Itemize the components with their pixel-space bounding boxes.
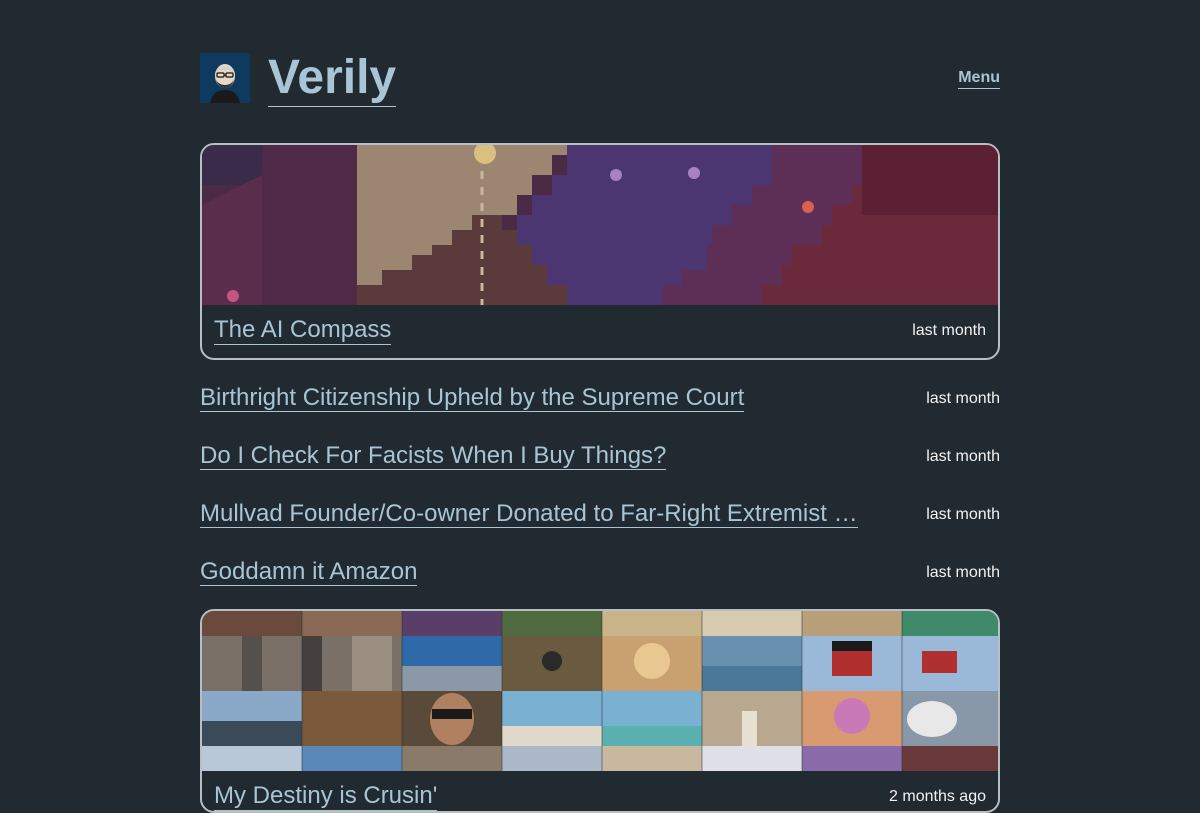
post-date: last month bbox=[926, 506, 1000, 523]
post-title-link[interactable]: Mullvad Founder/Co-owner Donated to Far-… bbox=[200, 500, 900, 528]
site-title[interactable]: Verily bbox=[268, 50, 397, 107]
card-footer: The AI Compass last month bbox=[202, 305, 998, 358]
avatar-portrait-icon bbox=[200, 53, 250, 103]
featured-post-card[interactable]: My Destiny is Crusin' 2 months ago bbox=[200, 609, 1000, 813]
photo-collage-image bbox=[202, 611, 998, 771]
card-footer: My Destiny is Crusin' 2 months ago bbox=[202, 771, 998, 811]
post-title-link[interactable]: My Destiny is Crusin' bbox=[214, 782, 438, 811]
post-title-link[interactable]: Do I Check For Facists When I Buy Things… bbox=[200, 442, 667, 470]
post-title-text[interactable]: Birthright Citizenship Upheld by the Sup… bbox=[200, 384, 745, 412]
menu-link[interactable]: Menu bbox=[958, 69, 1000, 89]
list-item: Goddamn it Amazon last month bbox=[200, 558, 1000, 598]
post-title-text[interactable]: Do I Check For Facists When I Buy Things… bbox=[200, 442, 667, 470]
avatar[interactable] bbox=[200, 53, 250, 103]
post-title-link[interactable]: The AI Compass bbox=[214, 316, 392, 345]
post-banner-image bbox=[202, 145, 998, 305]
site-header: Verily Menu bbox=[200, 0, 1000, 142]
post-title-text[interactable]: Goddamn it Amazon bbox=[200, 558, 418, 586]
post-title-text[interactable]: Mullvad Founder/Co-owner Donated to Far-… bbox=[200, 500, 858, 528]
post-title-link[interactable]: Birthright Citizenship Upheld by the Sup… bbox=[200, 384, 745, 412]
featured-post-card[interactable]: The AI Compass last month bbox=[200, 143, 1000, 360]
post-title-link[interactable]: Goddamn it Amazon bbox=[200, 558, 418, 586]
list-item: Do I Check For Facists When I Buy Things… bbox=[200, 442, 1000, 482]
post-date: last month bbox=[926, 390, 1000, 407]
page-container: Verily Menu The AI Compass last month Bi… bbox=[200, 0, 1000, 813]
post-date: last month bbox=[912, 322, 986, 339]
list-item: Mullvad Founder/Co-owner Donated to Far-… bbox=[200, 500, 1000, 540]
list-item: Birthright Citizenship Upheld by the Sup… bbox=[200, 384, 1000, 424]
post-date: last month bbox=[926, 564, 1000, 581]
post-date: last month bbox=[926, 448, 1000, 465]
post-date: 2 months ago bbox=[889, 788, 986, 805]
